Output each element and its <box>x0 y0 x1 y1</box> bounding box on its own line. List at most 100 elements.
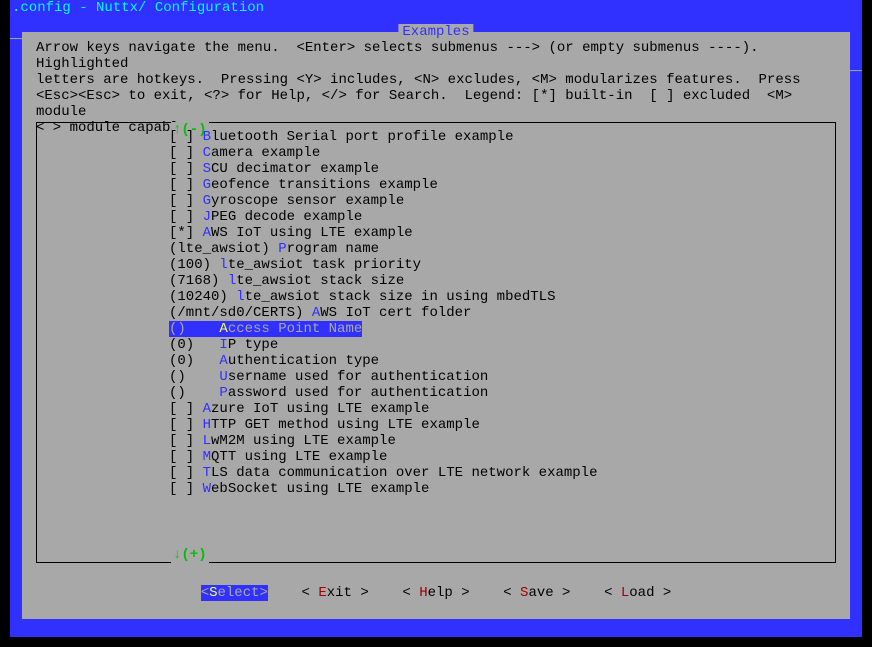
hotkey-char: l <box>219 257 227 273</box>
item-label: lte_awsiot task priority <box>219 257 421 273</box>
item-prefix: (0) <box>169 353 219 369</box>
menu-item[interactable]: [ ] JPEG decode example <box>37 209 835 225</box>
load-button[interactable]: < Load > <box>604 585 671 601</box>
hotkey-char: P <box>219 385 227 401</box>
item-rest: te_awsiot stack size <box>236 273 404 289</box>
menu-item[interactable]: (/mnt/sd0/CERTS) AWS IoT cert folder <box>37 305 835 321</box>
angle-right-icon: > <box>360 585 368 601</box>
item-rest: PEG decode example <box>211 209 362 225</box>
item-rest: ebSocket using LTE example <box>211 481 429 497</box>
hotkey-char: S <box>209 585 217 601</box>
item-label: lte_awsiot stack size in using mbedTLS <box>236 289 555 305</box>
angle-right-icon: > <box>461 585 469 601</box>
item-prefix: [ ] <box>169 401 203 417</box>
menu-item[interactable]: () Password used for authentication <box>37 385 835 401</box>
menu-item[interactable]: [ ] TLS data communication over LTE netw… <box>37 465 835 481</box>
menu-item[interactable]: [ ] Geofence transitions example <box>37 177 835 193</box>
hotkey-char: C <box>203 145 211 161</box>
window-title: .config - Nuttx/ Configuration <box>10 0 862 16</box>
item-label: () Access Point Name <box>169 321 362 337</box>
angle-left-icon: < <box>302 585 310 601</box>
item-prefix: [ ] <box>169 193 203 209</box>
menu-item[interactable]: (100) lte_awsiot task priority <box>37 257 835 273</box>
menu-item[interactable]: [ ] LwM2M using LTE example <box>37 433 835 449</box>
hotkey-char: I <box>219 337 227 353</box>
hotkey-char: M <box>203 449 211 465</box>
item-rest: WS IoT cert folder <box>320 305 471 321</box>
item-label: JPEG decode example <box>203 209 363 225</box>
menu-item[interactable]: () Access Point Name <box>37 321 835 337</box>
menu-item[interactable]: [ ] Camera example <box>37 145 835 161</box>
hotkey-char: B <box>203 129 211 145</box>
hotkey-char: W <box>203 481 211 497</box>
item-rest: wM2M using LTE example <box>211 433 396 449</box>
hotkey-char: S <box>203 161 211 177</box>
hotkey-char: A <box>203 401 211 417</box>
menu-item[interactable]: (7168) lte_awsiot stack size <box>37 273 835 289</box>
panel: Examples Arrow keys navigate the menu. <… <box>22 32 850 619</box>
button-label: Select <box>209 585 259 601</box>
hotkey-char: l <box>228 273 236 289</box>
hotkey-char: E <box>318 585 326 601</box>
angle-left-icon: < <box>402 585 410 601</box>
item-label: WebSocket using LTE example <box>203 481 430 497</box>
item-label: LwM2M using LTE example <box>203 433 396 449</box>
menu-item[interactable]: [ ] MQTT using LTE example <box>37 449 835 465</box>
hotkey-char: L <box>621 585 629 601</box>
item-label: Authentication type <box>219 353 379 369</box>
item-rest: sername used for authentication <box>228 369 488 385</box>
menu-item[interactable]: [ ] Bluetooth Serial port profile exampl… <box>37 129 835 145</box>
hotkey-char: G <box>203 177 211 193</box>
item-label: Password used for authentication <box>219 385 488 401</box>
item-prefix: (7168) <box>169 273 228 289</box>
item-label: Azure IoT using LTE example <box>203 401 430 417</box>
exit-button[interactable]: < Exit > <box>302 585 369 601</box>
item-rest: amera example <box>211 145 320 161</box>
help-button[interactable]: < Help > <box>402 585 469 601</box>
hotkey-char: H <box>419 585 427 601</box>
button-bar: <Select> < Exit > < Help > < Save > < Lo… <box>22 585 850 601</box>
menu-item[interactable]: [ ] HTTP GET method using LTE example <box>37 417 835 433</box>
menu-item[interactable]: [ ] Gyroscope sensor example <box>37 193 835 209</box>
save-button[interactable]: < Save > <box>503 585 570 601</box>
menu-item[interactable]: (0) Authentication type <box>37 353 835 369</box>
item-label: Program name <box>278 241 379 257</box>
item-rest: uthentication type <box>228 353 379 369</box>
item-rest: yroscope sensor example <box>211 193 404 209</box>
item-rest: P type <box>228 337 278 353</box>
button-label: Help <box>411 585 461 601</box>
item-label: lte_awsiot stack size <box>228 273 404 289</box>
item-prefix: () <box>169 369 219 385</box>
menu-item[interactable]: (0) IP type <box>37 337 835 353</box>
hotkey-char: U <box>219 369 227 385</box>
angle-left-icon: < <box>503 585 511 601</box>
item-prefix: [ ] <box>169 129 203 145</box>
item-rest: LS data communication over LTE network e… <box>211 465 597 481</box>
menu-item[interactable]: [ ] Azure IoT using LTE example <box>37 401 835 417</box>
scroll-down-indicator: ↓(+) <box>171 547 209 563</box>
hotkey-char: A <box>203 225 211 241</box>
menu-item[interactable]: () Username used for authentication <box>37 369 835 385</box>
item-rest: WS IoT using LTE example <box>211 225 413 241</box>
button-label: Save <box>512 585 562 601</box>
item-label: Geofence transitions example <box>203 177 438 193</box>
hotkey-char: A <box>312 305 320 321</box>
item-prefix: (10240) <box>169 289 236 305</box>
item-label: IP type <box>219 337 278 353</box>
item-prefix: (lte_awsiot) <box>169 241 278 257</box>
item-prefix: (/mnt/sd0/CERTS) <box>169 305 312 321</box>
item-label: AWS IoT using LTE example <box>203 225 413 241</box>
item-rest: QTT using LTE example <box>211 449 387 465</box>
item-label: TLS data communication over LTE network … <box>203 465 598 481</box>
menu-item[interactable]: [ ] WebSocket using LTE example <box>37 481 835 497</box>
menu-item[interactable]: (10240) lte_awsiot stack size in using m… <box>37 289 835 305</box>
item-rest: ccess Point Name <box>228 321 362 337</box>
menu-list: ↑(-) [ ] Bluetooth Serial port profile e… <box>36 122 836 563</box>
menu-item[interactable]: [ ] SCU decimator example <box>37 161 835 177</box>
menu-item[interactable]: [*] AWS IoT using LTE example <box>37 225 835 241</box>
item-rest: eofence transitions example <box>211 177 438 193</box>
select-button[interactable]: <Select> <box>201 585 268 601</box>
item-label: Gyroscope sensor example <box>203 193 405 209</box>
item-label: Username used for authentication <box>219 369 488 385</box>
menu-item[interactable]: (lte_awsiot) Program name <box>37 241 835 257</box>
